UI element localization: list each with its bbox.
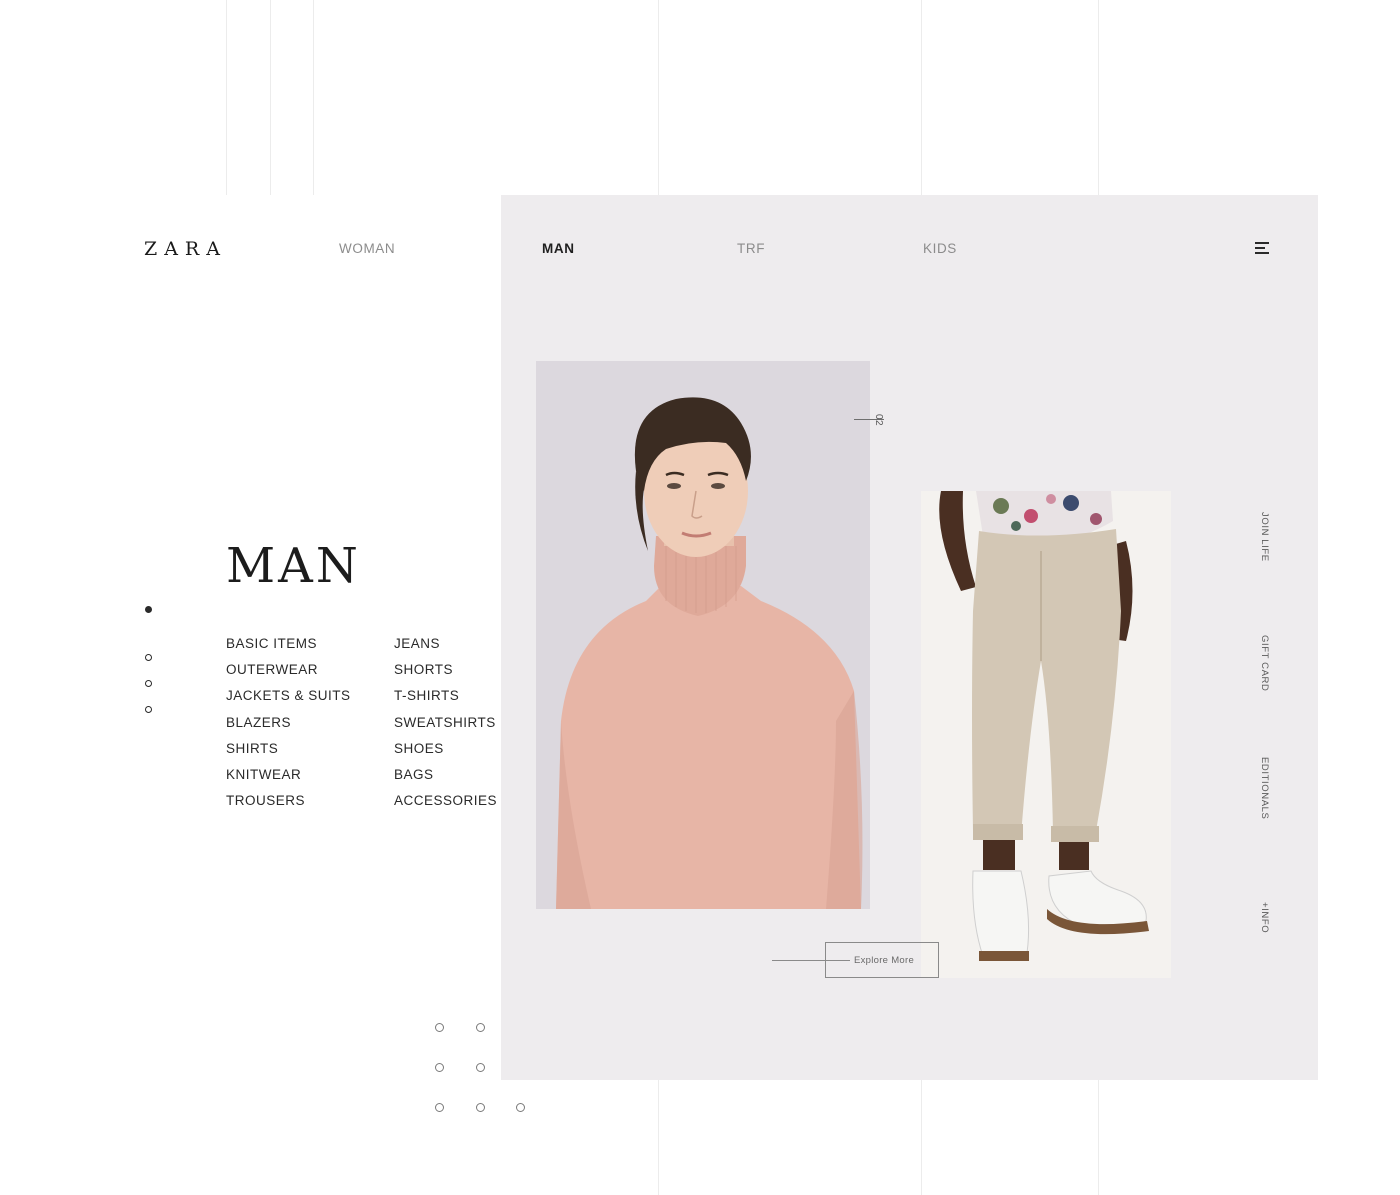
nav-item-woman[interactable]: WOMAN	[339, 241, 395, 256]
category-link-t-shirts[interactable]: T-SHIRTS	[394, 683, 497, 709]
side-link-info[interactable]: +INFO	[1259, 902, 1270, 933]
nav-item-trf[interactable]: TRF	[737, 241, 765, 256]
category-link-jeans[interactable]: JEANS	[394, 631, 497, 657]
category-link-shorts[interactable]: SHORTS	[394, 657, 497, 683]
grid-line	[921, 0, 922, 195]
category-link-jackets-suits[interactable]: JACKETS & SUITS	[226, 683, 351, 709]
category-link-basic-items[interactable]: BASIC ITEMS	[226, 631, 351, 657]
category-link-outerwear[interactable]: OUTERWEAR	[226, 657, 351, 683]
side-link-join-life[interactable]: JOIN LIFE	[1259, 512, 1270, 562]
category-link-sweatshirts[interactable]: SWEATSHIRTS	[394, 710, 497, 736]
category-list-right: JEANS SHORTS T-SHIRTS SWEATSHIRTS SHOES …	[394, 631, 497, 814]
slider-dot-2[interactable]	[145, 654, 152, 661]
grid-line	[270, 0, 271, 195]
side-link-editionals[interactable]: EDITIONALS	[1259, 757, 1270, 820]
category-link-accessories[interactable]: ACCESSORIES	[394, 788, 497, 814]
grid-line	[658, 0, 659, 195]
category-link-shirts[interactable]: SHIRTS	[226, 736, 351, 762]
brand-logo[interactable]: ZARA	[144, 238, 227, 260]
explore-more-button[interactable]: Explore More	[825, 942, 939, 978]
category-link-blazers[interactable]: BLAZERS	[226, 710, 351, 736]
slider-dot-3[interactable]	[145, 680, 152, 687]
category-list-left: BASIC ITEMS OUTERWEAR JACKETS & SUITS BL…	[226, 631, 351, 814]
product-photo-turtleneck[interactable]	[536, 361, 870, 909]
decorative-dot	[476, 1063, 485, 1072]
slider-dot-1[interactable]	[145, 606, 152, 613]
category-link-trousers[interactable]: TROUSERS	[226, 788, 351, 814]
beige-chino-trousers-white-sneakers-photo	[921, 491, 1171, 978]
category-link-bags[interactable]: BAGS	[394, 762, 497, 788]
grid-line	[1098, 1080, 1099, 1195]
grid-line	[313, 0, 314, 195]
nav-item-kids[interactable]: KIDS	[923, 241, 957, 256]
grid-line	[921, 1080, 922, 1195]
man-in-pink-turtleneck-sweater-photo	[536, 361, 870, 909]
decorative-dot	[435, 1063, 444, 1072]
slide-index-number: 02	[873, 414, 884, 427]
grid-line	[226, 0, 227, 195]
decorative-dot	[476, 1023, 485, 1032]
decorative-dot	[435, 1023, 444, 1032]
decorative-dot	[516, 1103, 525, 1112]
grid-line	[658, 1080, 659, 1195]
slider-dot-4[interactable]	[145, 706, 152, 713]
page-title: MAN	[226, 538, 361, 594]
side-link-gift-card[interactable]: GIFT CARD	[1259, 635, 1270, 691]
grid-line	[1098, 0, 1099, 195]
category-link-knitwear[interactable]: KNITWEAR	[226, 762, 351, 788]
nav-item-man[interactable]: MAN	[542, 241, 575, 256]
product-photo-trousers[interactable]	[921, 491, 1171, 978]
decorative-dot	[435, 1103, 444, 1112]
decorative-dot	[476, 1103, 485, 1112]
hamburger-menu-icon[interactable]	[1255, 242, 1271, 254]
category-link-shoes[interactable]: SHOES	[394, 736, 497, 762]
